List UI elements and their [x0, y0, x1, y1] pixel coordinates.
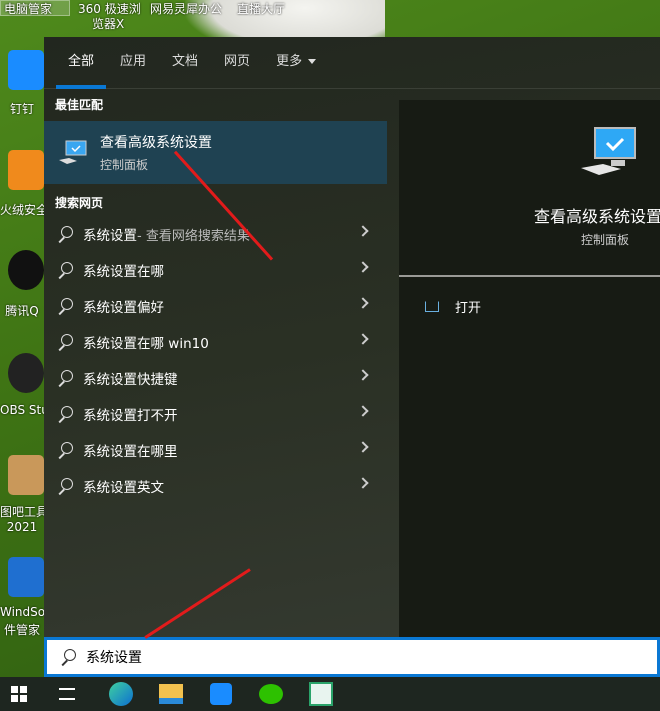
chevron-down-icon [308, 58, 317, 64]
edge-icon [109, 682, 133, 706]
search-input-value: 系统设置 [86, 650, 142, 666]
search-tabs: 全部 应用 文档 网页 更多 [44, 37, 660, 89]
computer-icon [59, 140, 87, 164]
start-button[interactable] [0, 677, 38, 711]
search-panel: 全部 应用 文档 网页 更多 最佳匹配 查看高级系统设置 控制面板 搜索网页 系… [44, 37, 660, 637]
desktop-icon-label[interactable]: 直播大厅 [237, 0, 285, 17]
result-text: 系统设置英文 [83, 480, 164, 496]
edge-button[interactable] [96, 677, 146, 711]
search-icon [56, 441, 74, 459]
tab-web[interactable]: 网页 [224, 37, 250, 89]
computer-icon [581, 127, 636, 175]
obs-desktop-icon[interactable] [8, 353, 44, 393]
dingtalk-icon [210, 683, 232, 705]
tab-documents[interactable]: 文档 [172, 37, 198, 89]
desktop-icon-label[interactable]: 览器X [92, 15, 124, 32]
web-result-item[interactable]: 系统设置快捷键 [44, 360, 387, 396]
result-text: 系统设置打不开 [83, 408, 178, 424]
search-icon [56, 261, 74, 279]
app-icon [309, 682, 333, 706]
chevron-right-icon[interactable] [357, 225, 369, 237]
dingtalk-desktop-icon[interactable] [8, 50, 44, 90]
preview-subtitle: 控制面板 [581, 233, 630, 247]
search-icon [56, 477, 74, 495]
search-icon [56, 333, 74, 351]
chevron-right-icon[interactable] [357, 297, 369, 309]
search-icon [56, 225, 74, 243]
desktop-icon-label[interactable]: 钉钉 [0, 100, 44, 117]
best-match-title: 查看高级系统设置 [100, 135, 212, 151]
tab-apps[interactable]: 应用 [120, 37, 146, 89]
tab-all[interactable]: 全部 [55, 37, 107, 89]
web-result-item[interactable]: 系统设置在哪 win10 [44, 324, 387, 360]
preview-title: 查看高级系统设置 [534, 207, 660, 226]
desktop-icon-label[interactable]: 腾讯Q [0, 302, 44, 319]
wechat-button[interactable] [246, 677, 296, 711]
chevron-right-icon[interactable] [357, 477, 369, 489]
start-icon [11, 686, 27, 702]
result-text: 系统设置偏好 [83, 300, 164, 316]
result-text: 系统设置 [83, 228, 137, 244]
tuba-desktop-icon[interactable] [8, 455, 44, 495]
preview-pane: 查看高级系统设置 控制面板 打开 [399, 100, 660, 637]
desktop-icon-label[interactable]: 网易灵犀办公 [150, 0, 222, 17]
web-result-item[interactable]: 系统设置偏好 [44, 288, 387, 324]
desktop-icon-label[interactable]: 火绒安全 [0, 201, 44, 218]
result-text: 系统设置在哪里 [83, 444, 178, 460]
file-explorer-button[interactable] [146, 677, 196, 711]
desktop-icon-label[interactable]: 图吧工具 [0, 503, 44, 520]
search-input[interactable]: 系统设置 [44, 637, 660, 677]
divider [399, 275, 660, 277]
search-icon [56, 405, 74, 423]
result-suffix: - 查看网络搜索结果 [137, 228, 250, 244]
result-text: 系统设置快捷键 [83, 372, 178, 388]
open-label: 打开 [455, 301, 482, 316]
taskbar [0, 677, 660, 711]
desktop-icon-label[interactable]: 电脑管家 [4, 0, 52, 17]
tab-more-label: 更多 [276, 53, 303, 69]
qq-desktop-icon[interactable] [8, 250, 44, 290]
web-result-item[interactable]: 系统设置 - 查看网络搜索结果 [44, 216, 387, 252]
desktop-icon-label[interactable]: 件管家 [0, 621, 44, 638]
file-explorer-icon [159, 684, 183, 704]
chevron-right-icon[interactable] [357, 333, 369, 345]
dingtalk-button[interactable] [196, 677, 246, 711]
web-result-item[interactable]: 系统设置打不开 [44, 396, 387, 432]
desktop-icon-label[interactable]: OBS Stu [0, 403, 44, 417]
search-icon [56, 369, 74, 387]
web-result-item[interactable]: 系统设置英文 [44, 468, 387, 504]
search-icon [56, 297, 74, 315]
web-result-item[interactable]: 系统设置在哪 [44, 252, 387, 288]
best-match-item[interactable]: 查看高级系统设置 控制面板 [44, 121, 387, 184]
task-view-icon [59, 688, 75, 700]
tab-more[interactable]: 更多 [276, 37, 317, 89]
windsoft-desktop-icon[interactable] [8, 557, 44, 597]
open-action[interactable]: 打开 [425, 297, 481, 316]
chevron-right-icon[interactable] [357, 369, 369, 381]
chevron-right-icon[interactable] [357, 441, 369, 453]
huorong-desktop-icon[interactable] [8, 150, 44, 190]
app-button[interactable] [296, 677, 346, 711]
result-text: 系统设置在哪 win10 [83, 336, 209, 352]
desktop-icon-label[interactable]: 2021 [0, 520, 44, 534]
open-icon [425, 301, 439, 312]
chevron-right-icon[interactable] [357, 405, 369, 417]
result-text: 系统设置在哪 [83, 264, 164, 280]
wechat-icon [259, 684, 283, 704]
best-match-subtitle: 控制面板 [100, 158, 149, 172]
chevron-right-icon[interactable] [357, 261, 369, 273]
web-result-item[interactable]: 系统设置在哪里 [44, 432, 387, 468]
desktop-icon-label[interactable]: WindSo [0, 605, 44, 619]
task-view-button[interactable] [38, 677, 96, 711]
search-icon [59, 648, 77, 666]
